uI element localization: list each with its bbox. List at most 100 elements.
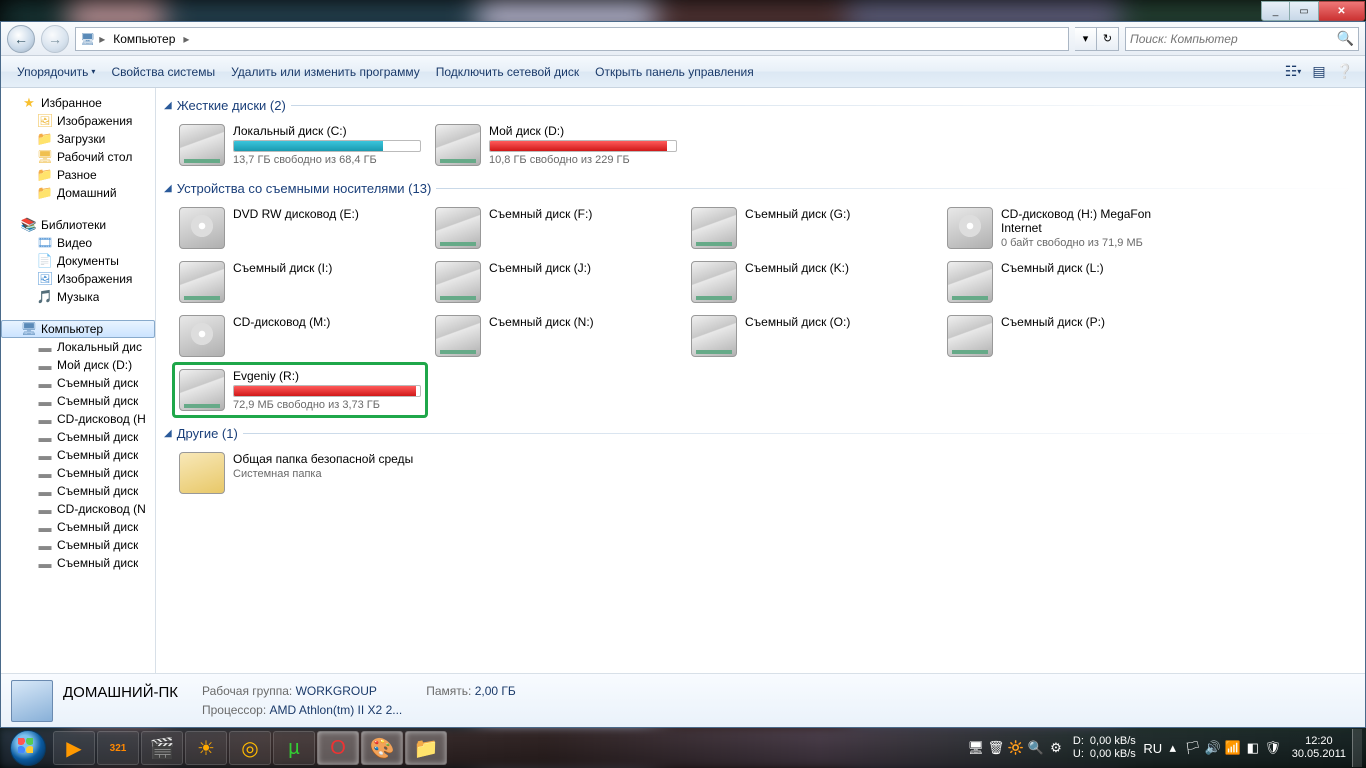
drive-item[interactable]: Съемный диск (P:) bbox=[942, 310, 1194, 362]
tree-item[interactable]: ▬CD-дисковод (N bbox=[1, 500, 155, 518]
drive-item[interactable]: Локальный диск (C:)13,7 ГБ свободно из 6… bbox=[174, 119, 426, 171]
taskbar-app-explorer[interactable]: 📁 bbox=[405, 731, 447, 765]
tree-item[interactable]: 🖥Рабочий стол bbox=[1, 148, 155, 166]
search-input[interactable] bbox=[1130, 32, 1337, 46]
network-icon[interactable]: 📶 bbox=[1224, 739, 1242, 757]
start-button[interactable] bbox=[4, 729, 52, 767]
open-control-panel-button[interactable]: Открыть панель управления bbox=[587, 61, 762, 83]
taskbar-app[interactable]: 🎬 bbox=[141, 731, 183, 765]
drive-name: Съемный диск (J:) bbox=[489, 261, 677, 275]
clock[interactable]: 12:2030.05.2011 bbox=[1292, 735, 1346, 761]
drive-item[interactable]: Съемный диск (J:) bbox=[430, 256, 682, 308]
drive-item[interactable]: Съемный диск (G:) bbox=[686, 202, 938, 254]
drive-name: Общая папка безопасной среды bbox=[233, 452, 421, 466]
tree-item[interactable]: ▬Локальный дис bbox=[1, 338, 155, 356]
taskbar-app-utorrent[interactable]: µ bbox=[273, 731, 315, 765]
flag-icon[interactable]: 🏳 bbox=[1184, 739, 1202, 757]
show-desktop-button[interactable] bbox=[1352, 729, 1362, 767]
taskbar-app[interactable]: 321 bbox=[97, 731, 139, 765]
drive-item[interactable]: CD-дисковод (M:) bbox=[174, 310, 426, 362]
drive-item[interactable]: Общая папка безопасной средыСистемная па… bbox=[174, 447, 426, 499]
tree-favorites[interactable]: ★Избранное bbox=[1, 94, 155, 112]
tree-item[interactable]: ▬Съемный диск bbox=[1, 518, 155, 536]
tree-item[interactable]: ▬CD-дисковод (H bbox=[1, 410, 155, 428]
drive-item[interactable]: CD-дисковод (H:) MegaFon Internet0 байт … bbox=[942, 202, 1194, 254]
taskbar-app-opera[interactable]: O bbox=[317, 731, 359, 765]
drive-item[interactable]: Мой диск (D:)10,8 ГБ свободно из 229 ГБ bbox=[430, 119, 682, 171]
group-header-other[interactable]: ◢ Другие (1) bbox=[164, 426, 1357, 441]
tray-icon[interactable]: 🛡 bbox=[1264, 739, 1282, 757]
change-view-button[interactable]: ☷▾ bbox=[1281, 60, 1305, 84]
minimize-button[interactable]: _ bbox=[1261, 1, 1290, 21]
tree-item[interactable]: ▬Съемный диск bbox=[1, 482, 155, 500]
collapse-icon[interactable]: ◢ bbox=[164, 428, 172, 439]
navigation-tree[interactable]: ★Избранное 🖼Изображения 📁Загрузки 🖥Рабоч… bbox=[1, 88, 156, 673]
tree-item[interactable]: ▬Съемный диск bbox=[1, 554, 155, 572]
tree-item[interactable]: ▬Съемный диск bbox=[1, 428, 155, 446]
tree-item[interactable]: 🖼Изображения bbox=[1, 112, 155, 130]
address-bar[interactable]: 🖥 ▸ Компьютер ▸ bbox=[75, 27, 1069, 51]
search-icon[interactable]: 🔍 bbox=[1337, 30, 1354, 47]
collapse-icon[interactable]: ◢ bbox=[164, 183, 172, 194]
map-network-drive-button[interactable]: Подключить сетевой диск bbox=[428, 61, 587, 83]
close-button[interactable]: ✕ bbox=[1319, 1, 1365, 21]
search-box[interactable]: 🔍 bbox=[1125, 27, 1359, 51]
tray-icon[interactable]: ⚙ bbox=[1047, 739, 1065, 757]
tray-icon[interactable]: 🔍 bbox=[1027, 739, 1045, 757]
tree-item[interactable]: ▬Съемный диск bbox=[1, 446, 155, 464]
tree-item[interactable]: ▬Съемный диск bbox=[1, 392, 155, 410]
tree-computer[interactable]: 🖥Компьютер bbox=[1, 320, 155, 338]
drive-item[interactable]: Съемный диск (F:) bbox=[430, 202, 682, 254]
drive-item[interactable]: Съемный диск (K:) bbox=[686, 256, 938, 308]
taskbar-app-paint[interactable]: 🎨 bbox=[361, 731, 403, 765]
collapse-icon[interactable]: ◢ bbox=[164, 100, 172, 111]
drive-item[interactable]: DVD RW дисковод (E:) bbox=[174, 202, 426, 254]
tray-icon[interactable]: 🗑 bbox=[987, 739, 1005, 757]
help-button[interactable]: ❔ bbox=[1333, 60, 1357, 84]
tree-item[interactable]: 🎵Музыка bbox=[1, 288, 155, 306]
tree-item[interactable]: ▬Мой диск (D:) bbox=[1, 356, 155, 374]
tree-item[interactable]: 🖼Изображения bbox=[1, 270, 155, 288]
taskbar-app[interactable]: ◎ bbox=[229, 731, 271, 765]
content-pane[interactable]: ◢ Жесткие диски (2) Локальный диск (C:)1… bbox=[156, 88, 1365, 673]
tree-libraries[interactable]: 📚Библиотеки bbox=[1, 216, 155, 234]
tray-icon[interactable]: 🔆 bbox=[1007, 739, 1025, 757]
drive-name: CD-дисковод (H:) MegaFon Internet bbox=[1001, 207, 1189, 235]
organize-button[interactable]: Упорядочить▾ bbox=[9, 61, 103, 83]
drive-item[interactable]: Evgeniy (R:)72,9 МБ свободно из 3,73 ГБ bbox=[174, 364, 426, 416]
tree-item[interactable]: ▬Съемный диск bbox=[1, 464, 155, 482]
tree-item[interactable]: 🎞Видео bbox=[1, 234, 155, 252]
maximize-button[interactable]: ▭ bbox=[1290, 1, 1319, 21]
drive-item[interactable]: Съемный диск (O:) bbox=[686, 310, 938, 362]
tree-item[interactable]: 📄Документы bbox=[1, 252, 155, 270]
language-indicator[interactable]: RU bbox=[1144, 739, 1162, 757]
tray-icon[interactable]: ◧ bbox=[1244, 739, 1262, 757]
tree-item[interactable]: 📁Разное bbox=[1, 166, 155, 184]
drive-item[interactable]: Съемный диск (L:) bbox=[942, 256, 1194, 308]
drive-icon bbox=[691, 315, 737, 357]
taskbar-app[interactable]: ☀ bbox=[185, 731, 227, 765]
refresh-button[interactable]: ↻ bbox=[1097, 27, 1119, 51]
back-button[interactable]: ← bbox=[7, 25, 35, 53]
address-dropdown-button[interactable]: ▾ bbox=[1075, 27, 1097, 51]
drive-item[interactable]: Съемный диск (N:) bbox=[430, 310, 682, 362]
group-header-removable[interactable]: ◢ Устройства со съемными носителями (13) bbox=[164, 181, 1357, 196]
documents-icon: 📄 bbox=[37, 253, 53, 269]
net-speed-indicator[interactable]: D:0,00 kB/s U:0,00 kB/s bbox=[1073, 735, 1136, 761]
group-header-hdd[interactable]: ◢ Жесткие диски (2) bbox=[164, 98, 1357, 113]
volume-icon[interactable]: 🔊 bbox=[1204, 739, 1222, 757]
drive-item[interactable]: Съемный диск (I:) bbox=[174, 256, 426, 308]
tray-expand-icon[interactable]: ▴ bbox=[1164, 739, 1182, 757]
tree-item[interactable]: ▬Съемный диск bbox=[1, 536, 155, 554]
taskbar-app[interactable]: ▶ bbox=[53, 731, 95, 765]
breadcrumb-computer[interactable]: Компьютер bbox=[109, 30, 179, 48]
tray-icon[interactable]: 🖥 bbox=[967, 739, 985, 757]
preview-pane-button[interactable]: ▤ bbox=[1307, 60, 1331, 84]
system-properties-button[interactable]: Свойства системы bbox=[103, 61, 223, 83]
tree-item[interactable]: 📁Загрузки bbox=[1, 130, 155, 148]
uninstall-program-button[interactable]: Удалить или изменить программу bbox=[223, 61, 428, 83]
taskbar[interactable]: ▶ 321 🎬 ☀ ◎ µ O 🎨 📁 🖥 🗑 🔆 🔍 ⚙ D:0,00 kB/… bbox=[0, 728, 1366, 768]
tree-item[interactable]: ▬Съемный диск bbox=[1, 374, 155, 392]
tree-item[interactable]: 📁Домашний bbox=[1, 184, 155, 202]
forward-button[interactable]: → bbox=[41, 25, 69, 53]
